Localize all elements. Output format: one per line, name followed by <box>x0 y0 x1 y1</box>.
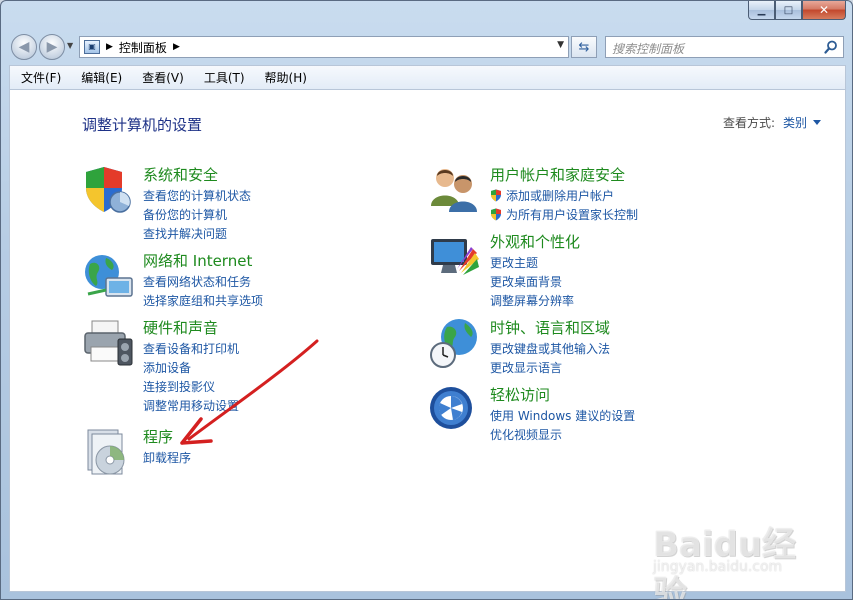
link-parental-controls[interactable]: 为所有用户设置家长控制 <box>490 205 638 224</box>
category-title-clock[interactable]: 时钟、语言和区域 <box>490 317 610 338</box>
close-icon: ✕ <box>818 3 830 17</box>
link-change-theme[interactable]: 更改主题 <box>490 253 574 272</box>
forward-arrow-icon: ▶ <box>46 39 58 55</box>
explorer-window: ▁ □ ✕ ◀ ▶ ▼ ▣ ▶ 控制面板 ▶ ▼ ⇆ 搜索控制面板 文件(F) … <box>0 0 853 600</box>
link-add-device[interactable]: 添加设备 <box>143 358 239 377</box>
link-devices-printers[interactable]: 查看设备和打印机 <box>143 339 239 358</box>
search-icon[interactable] <box>824 40 838 54</box>
category-ease-of-access: 轻松访问 使用 Windows 建议的设置 优化视频显示 <box>429 384 729 444</box>
category-title-system[interactable]: 系统和安全 <box>143 164 218 185</box>
menu-tools[interactable]: 工具(T) <box>201 67 248 88</box>
category-user-accounts: 用户帐户和家庭安全 添加或删除用户帐户 为所有用户设置家长控制 <box>429 164 729 224</box>
menu-file[interactable]: 文件(F) <box>18 67 64 88</box>
link-add-remove-users-label: 添加或删除用户帐户 <box>506 189 615 203</box>
link-keyboard-input[interactable]: 更改键盘或其他输入法 <box>490 339 610 358</box>
view-by-label: 查看方式: <box>722 116 775 130</box>
link-display-language[interactable]: 更改显示语言 <box>490 358 610 377</box>
refresh-icon: ⇆ <box>578 39 590 55</box>
programs-disc-icon[interactable] <box>82 426 134 478</box>
link-view-computer-status[interactable]: 查看您的计算机状态 <box>143 186 251 205</box>
category-hardware-sound: 硬件和声音 查看设备和打印机 添加设备 连接到投影仪 调整常用移动设置 <box>82 317 382 417</box>
ease-of-access-icon[interactable] <box>429 384 481 436</box>
category-appearance: 外观和个性化 更改主题 更改桌面背景 调整屏幕分辨率 <box>429 231 729 311</box>
view-by-dropdown[interactable]: 类别 <box>783 114 807 131</box>
link-recommended-settings[interactable]: 使用 Windows 建议的设置 <box>490 406 635 425</box>
link-connect-projector[interactable]: 连接到投影仪 <box>143 377 239 396</box>
users-links: 添加或删除用户帐户 为所有用户设置家长控制 <box>490 186 638 224</box>
breadcrumb-separator-icon[interactable]: ▶ <box>106 42 113 52</box>
category-system-security: 系统和安全 查看您的计算机状态 备份您的计算机 查找并解决问题 <box>82 164 382 244</box>
address-bar[interactable]: ▣ ▶ 控制面板 ▶ ▼ <box>79 36 569 58</box>
link-optimize-display[interactable]: 优化视频显示 <box>490 425 635 444</box>
control-panel-icon: ▣ <box>84 40 100 54</box>
programs-links: 卸载程序 <box>143 448 191 467</box>
category-clock-language-region: 时钟、语言和区域 更改键盘或其他输入法 更改显示语言 <box>429 317 729 377</box>
minimize-button[interactable]: ▁ <box>748 1 775 20</box>
link-desktop-background[interactable]: 更改桌面背景 <box>490 272 574 291</box>
maximize-icon: □ <box>783 4 794 16</box>
network-globe-icon[interactable] <box>82 250 134 302</box>
category-network-internet: 网络和 Internet 查看网络状态和任务 选择家庭组和共享选项 <box>82 250 382 310</box>
category-title-ease[interactable]: 轻松访问 <box>490 384 550 405</box>
address-row: ◀ ▶ ▼ ▣ ▶ 控制面板 ▶ ▼ ⇆ 搜索控制面板 <box>1 31 852 63</box>
page-title: 调整计算机的设置 <box>82 116 203 134</box>
view-by-chevron-down-icon[interactable] <box>813 120 821 125</box>
menu-view[interactable]: 查看(V) <box>139 67 187 88</box>
search-placeholder: 搜索控制面板 <box>612 42 685 56</box>
refresh-button[interactable]: ⇆ <box>571 36 597 58</box>
view-by-selector: 查看方式: 类别 <box>723 114 821 131</box>
hardware-links: 查看设备和打印机 添加设备 连接到投影仪 调整常用移动设置 <box>143 339 239 415</box>
recent-pages-dropdown[interactable]: ▼ <box>67 41 73 50</box>
link-screen-resolution[interactable]: 调整屏幕分辨率 <box>490 291 574 310</box>
link-backup-computer[interactable]: 备份您的计算机 <box>143 205 251 224</box>
ease-links: 使用 Windows 建议的设置 优化视频显示 <box>490 406 635 444</box>
category-programs: 程序 卸载程序 <box>82 426 382 476</box>
uac-shield-icon <box>491 208 501 221</box>
link-network-status[interactable]: 查看网络状态和任务 <box>143 272 263 291</box>
menu-help[interactable]: 帮助(H) <box>262 67 310 88</box>
close-button[interactable]: ✕ <box>802 1 846 20</box>
category-title-users[interactable]: 用户帐户和家庭安全 <box>490 164 625 185</box>
address-dropdown-icon[interactable]: ▼ <box>557 40 564 50</box>
forward-button[interactable]: ▶ <box>39 34 65 60</box>
minimize-icon: ▁ <box>757 4 766 16</box>
printer-icon[interactable] <box>82 317 134 369</box>
maximize-button[interactable]: □ <box>775 1 802 20</box>
back-arrow-icon: ◀ <box>18 39 30 55</box>
category-title-appearance[interactable]: 外观和个性化 <box>490 231 580 252</box>
network-links: 查看网络状态和任务 选择家庭组和共享选项 <box>143 272 263 310</box>
breadcrumb-control-panel[interactable]: 控制面板 <box>119 39 167 56</box>
uac-shield-icon <box>491 189 501 202</box>
link-parental-controls-label: 为所有用户设置家长控制 <box>506 208 639 222</box>
clock-globe-icon[interactable] <box>429 317 481 369</box>
link-add-remove-users[interactable]: 添加或删除用户帐户 <box>490 186 638 205</box>
category-title-programs[interactable]: 程序 <box>143 426 173 447</box>
shield-icon[interactable] <box>82 164 134 216</box>
caption-buttons: ▁ □ ✕ <box>748 1 846 20</box>
clock-links: 更改键盘或其他输入法 更改显示语言 <box>490 339 610 377</box>
watermark-url: jingyan.baidu.com <box>653 559 783 575</box>
back-button[interactable]: ◀ <box>11 34 37 60</box>
menu-bar: 文件(F) 编辑(E) 查看(V) 工具(T) 帮助(H) <box>9 65 846 89</box>
system-links: 查看您的计算机状态 备份您的计算机 查找并解决问题 <box>143 186 251 243</box>
appearance-links: 更改主题 更改桌面背景 调整屏幕分辨率 <box>490 253 574 310</box>
users-icon[interactable] <box>429 164 481 216</box>
search-input[interactable]: 搜索控制面板 <box>605 36 844 58</box>
title-bar[interactable]: ▁ □ ✕ <box>1 1 852 31</box>
breadcrumb-separator-icon[interactable]: ▶ <box>173 42 180 52</box>
link-mobility-settings[interactable]: 调整常用移动设置 <box>143 396 239 415</box>
category-title-network[interactable]: 网络和 Internet <box>143 250 252 271</box>
link-uninstall-program[interactable]: 卸载程序 <box>143 448 191 467</box>
link-troubleshoot[interactable]: 查找并解决问题 <box>143 224 251 243</box>
monitor-palette-icon[interactable] <box>429 231 481 283</box>
watermark-logo: Baidu经验 jingyan.baidu.com <box>647 511 827 599</box>
menu-edit[interactable]: 编辑(E) <box>78 67 125 88</box>
category-title-hardware[interactable]: 硬件和声音 <box>143 317 218 338</box>
link-homegroup-sharing[interactable]: 选择家庭组和共享选项 <box>143 291 263 310</box>
